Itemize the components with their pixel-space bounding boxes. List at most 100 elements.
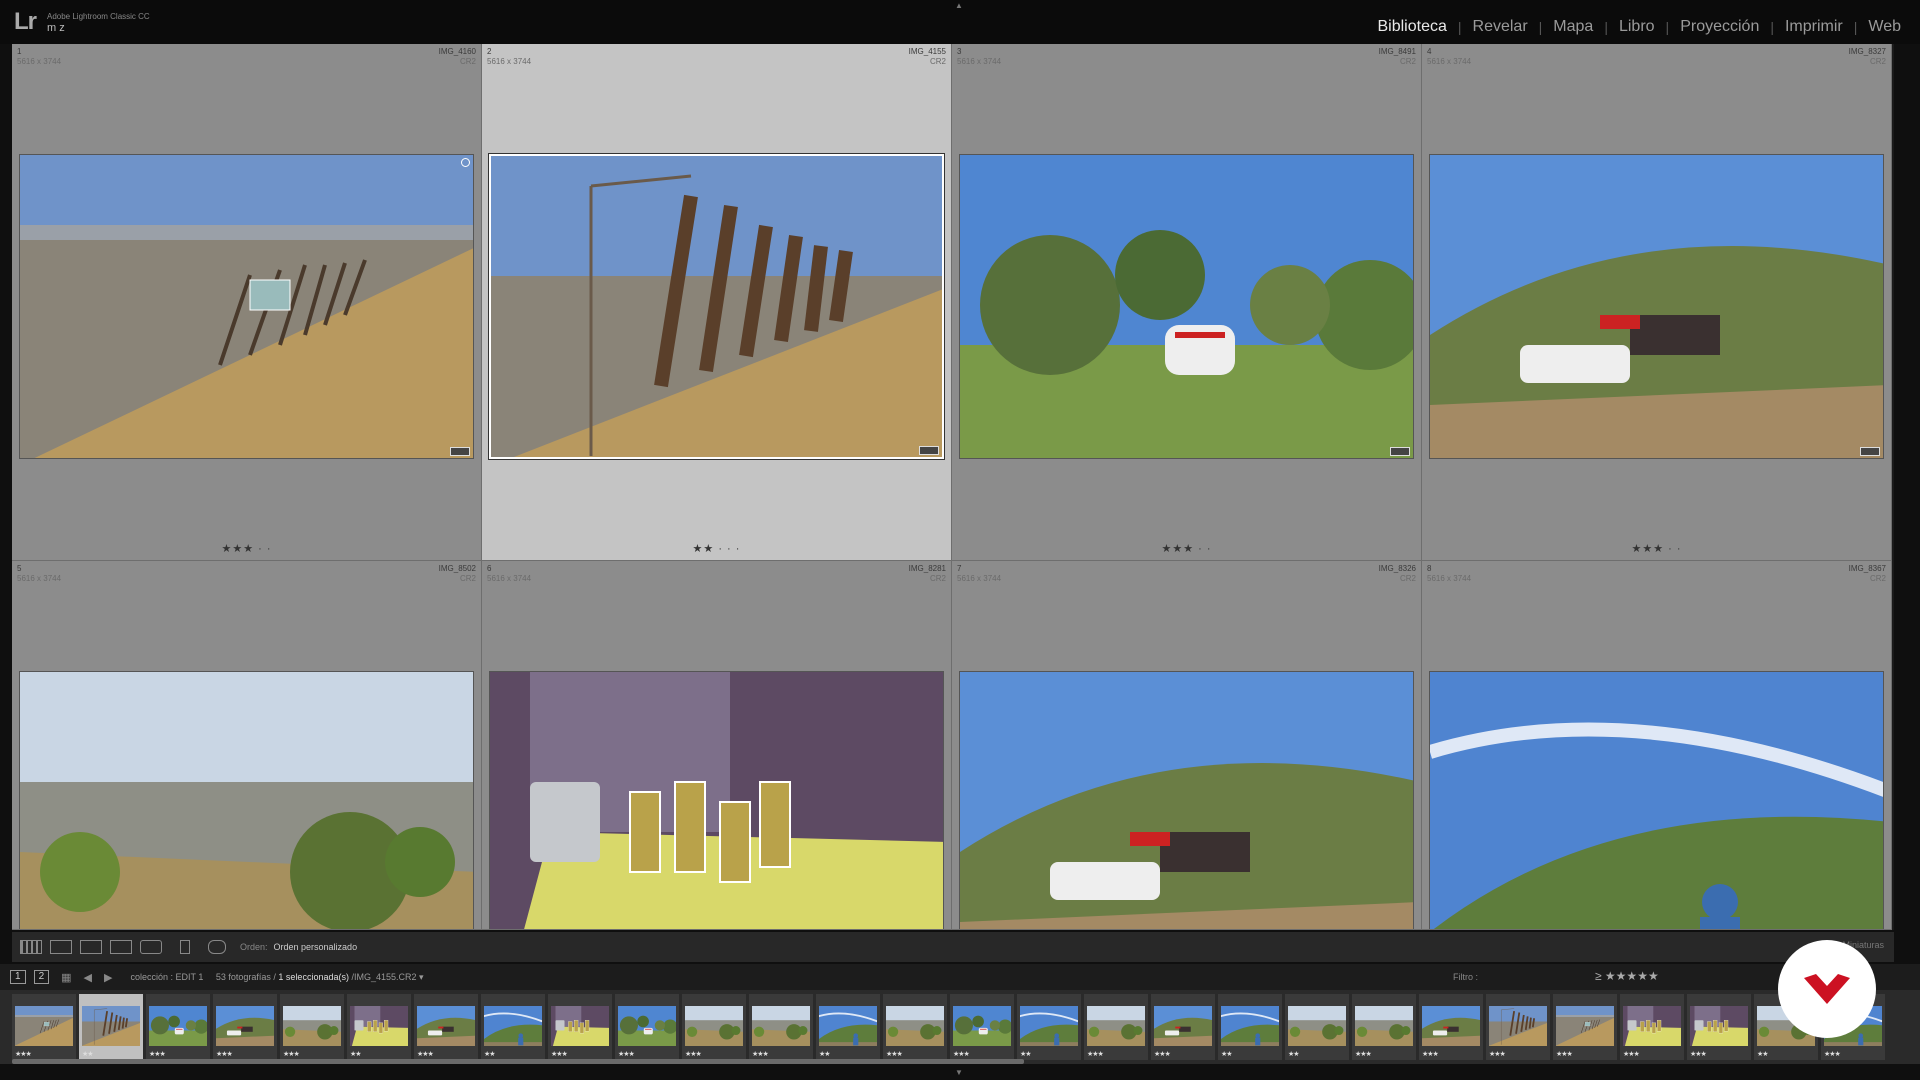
app-name: Adobe Lightroom Classic CC (47, 12, 150, 21)
filter-label: Filtro : (1453, 972, 1479, 982)
photo-image (20, 155, 473, 458)
star-rating[interactable]: ★★★ · · (1422, 542, 1891, 555)
filmstrip-thumb[interactable]: ★★ (1218, 994, 1282, 1060)
people-view-icon[interactable] (140, 940, 162, 954)
filmstrip-thumb[interactable]: ★★★ (146, 994, 210, 1060)
filmstrip-image (215, 1006, 275, 1046)
edit-badge-icon (450, 447, 470, 456)
star-rating[interactable]: ★★ · · · (482, 542, 951, 555)
module-web[interactable]: Web (1857, 18, 1912, 36)
photo-thumbnail[interactable] (959, 154, 1414, 459)
filmstrip-stars: ★★★ (685, 1051, 702, 1058)
back-arrow-icon[interactable]: ◀ (84, 971, 92, 984)
module-imprimir[interactable]: Imprimir (1774, 18, 1854, 36)
module-revelar[interactable]: Revelar (1462, 18, 1539, 36)
module-mapa[interactable]: Mapa (1542, 18, 1604, 36)
grid-cell[interactable]: 6 5616 x 3744 IMG_8281 CR2 (482, 561, 952, 930)
cell-filename: IMG_8367 (1848, 564, 1886, 573)
photo-thumbnail[interactable] (19, 154, 474, 459)
collapse-top-arrow-icon[interactable]: ▲ (955, 1, 963, 10)
filmstrip-thumb[interactable]: ★★★ (615, 994, 679, 1060)
photo-thumbnail[interactable] (19, 671, 474, 929)
filmstrip-stars: ★★ (484, 1051, 496, 1058)
module-proyeccion[interactable]: Proyección (1669, 18, 1770, 36)
filmstrip-thumb[interactable]: ★★★ (1620, 994, 1684, 1060)
filmstrip-thumb[interactable]: ★★★ (1687, 994, 1751, 1060)
module-libro[interactable]: Libro (1608, 18, 1666, 36)
main-screen-button[interactable]: 1 (10, 970, 26, 984)
filmstrip-thumb[interactable]: ★★ (1285, 994, 1349, 1060)
collapse-bottom-arrow-icon[interactable]: ▼ (955, 1068, 963, 1077)
filmstrip-thumb[interactable]: ★★★ (1151, 994, 1215, 1060)
filmstrip-image (751, 1006, 811, 1046)
photo-thumbnail[interactable] (959, 671, 1414, 929)
grid-cell[interactable]: 4 5616 x 3744 IMG_8327 CR2 ★★★ · · (1422, 44, 1892, 561)
cell-filename: IMG_4160 (438, 47, 476, 56)
filmstrip-stars: ★★★ (1489, 1051, 1506, 1058)
source-path[interactable]: colección : EDIT 1 53 fotografías / 1 se… (130, 972, 423, 983)
forward-arrow-icon[interactable]: ▶ (104, 971, 112, 984)
filmstrip-thumb[interactable]: ★★★ (1352, 994, 1416, 1060)
filter-stars[interactable]: ≥ ★★★★★ (1595, 969, 1659, 983)
filmstrip-thumb[interactable]: ★★★ (1553, 994, 1617, 1060)
cell-dimensions: 5616 x 3744 (1427, 57, 1472, 66)
filmstrip-thumb[interactable]: ★★★ (12, 994, 76, 1060)
library-toolbar: Orden: Orden personalizado Miniaturas (12, 932, 1894, 962)
filmstrip-thumb[interactable]: ★★ (347, 994, 411, 1060)
photo-image (491, 156, 942, 457)
cell-index: 6 (487, 564, 492, 573)
grid-cell[interactable]: 1 5616 x 3744 IMG_4160 CR2 ★★★ · · (12, 44, 482, 561)
filmstrip-stars: ★★ (819, 1051, 831, 1058)
filmstrip-image (1622, 1006, 1682, 1046)
photo-thumbnail[interactable] (1429, 671, 1884, 929)
grid-view-icon[interactable] (20, 940, 42, 954)
filmstrip-thumb[interactable]: ★★★ (1084, 994, 1148, 1060)
painter-icon[interactable] (180, 940, 190, 954)
cell-dimensions: 5616 x 3744 (957, 57, 1002, 66)
filmstrip-thumb[interactable]: ★★ (816, 994, 880, 1060)
star-rating[interactable]: ★★★ · · (12, 542, 481, 555)
module-biblioteca[interactable]: Biblioteca (1367, 18, 1458, 36)
photo-thumbnail[interactable] (488, 153, 945, 460)
grid-cell[interactable]: 8 5616 x 3744 IMG_8367 CR2 (1422, 561, 1892, 930)
cell-filename: IMG_8491 (1378, 47, 1416, 56)
photo-image (20, 672, 473, 929)
grid-cell[interactable]: 5 5616 x 3744 IMG_8502 CR2 (12, 561, 482, 930)
survey-view-icon[interactable] (110, 940, 132, 954)
grid-shortcut-icon[interactable]: ▦ (61, 971, 71, 984)
star-rating[interactable]: ★★★ · · (952, 542, 1421, 555)
filmstrip-thumb[interactable]: ★★ (481, 994, 545, 1060)
filmstrip-thumb[interactable]: ★★ (1017, 994, 1081, 1060)
photo-thumbnail[interactable] (1429, 154, 1884, 459)
loupe-view-icon[interactable] (50, 940, 72, 954)
sort-dropdown[interactable]: Orden personalizado (274, 942, 358, 952)
filmstrip-stars: ★★★ (1690, 1051, 1707, 1058)
filmstrip-thumb[interactable]: ★★ (79, 994, 143, 1060)
module-picker: Biblioteca | Revelar | Mapa | Libro | Pr… (1367, 18, 1913, 36)
grid-cell[interactable]: 2 5616 x 3744 IMG_4155 CR2 ★★ · · · (482, 44, 952, 561)
filmstrip-thumb[interactable]: ★★★ (548, 994, 612, 1060)
edit-badge-icon (919, 446, 939, 455)
filmstrip-thumb[interactable]: ★★★ (950, 994, 1014, 1060)
filmstrip-scrollbar[interactable] (12, 1059, 1024, 1064)
grid-cell[interactable]: 7 5616 x 3744 IMG_8326 CR2 (952, 561, 1422, 930)
filmstrip-stars: ★★★ (752, 1051, 769, 1058)
compare-view-icon[interactable] (80, 940, 102, 954)
filmstrip-stars: ★★ (1020, 1051, 1032, 1058)
quick-collection-icon[interactable] (461, 158, 470, 167)
filmstrip-thumb[interactable]: ★★★ (682, 994, 746, 1060)
filmstrip-thumb[interactable]: ★★★ (749, 994, 813, 1060)
filmstrip-thumb[interactable]: ★★★ (1419, 994, 1483, 1060)
filmstrip-thumb[interactable]: ★★★ (414, 994, 478, 1060)
filmstrip-thumb[interactable]: ★★★ (280, 994, 344, 1060)
filmstrip-thumb[interactable]: ★★★ (883, 994, 947, 1060)
filmstrip-thumb[interactable]: ★★★ (213, 994, 277, 1060)
filmstrip-image (1689, 1006, 1749, 1046)
filmstrip-image (684, 1006, 744, 1046)
photo-thumbnail[interactable] (489, 671, 944, 929)
sort-direction-icon[interactable] (208, 940, 226, 954)
filmstrip-image (349, 1006, 409, 1046)
secondary-screen-button[interactable]: 2 (33, 970, 50, 984)
filmstrip-thumb[interactable]: ★★★ (1486, 994, 1550, 1060)
grid-cell[interactable]: 3 5616 x 3744 IMG_8491 CR2 ★★★ · · (952, 44, 1422, 561)
